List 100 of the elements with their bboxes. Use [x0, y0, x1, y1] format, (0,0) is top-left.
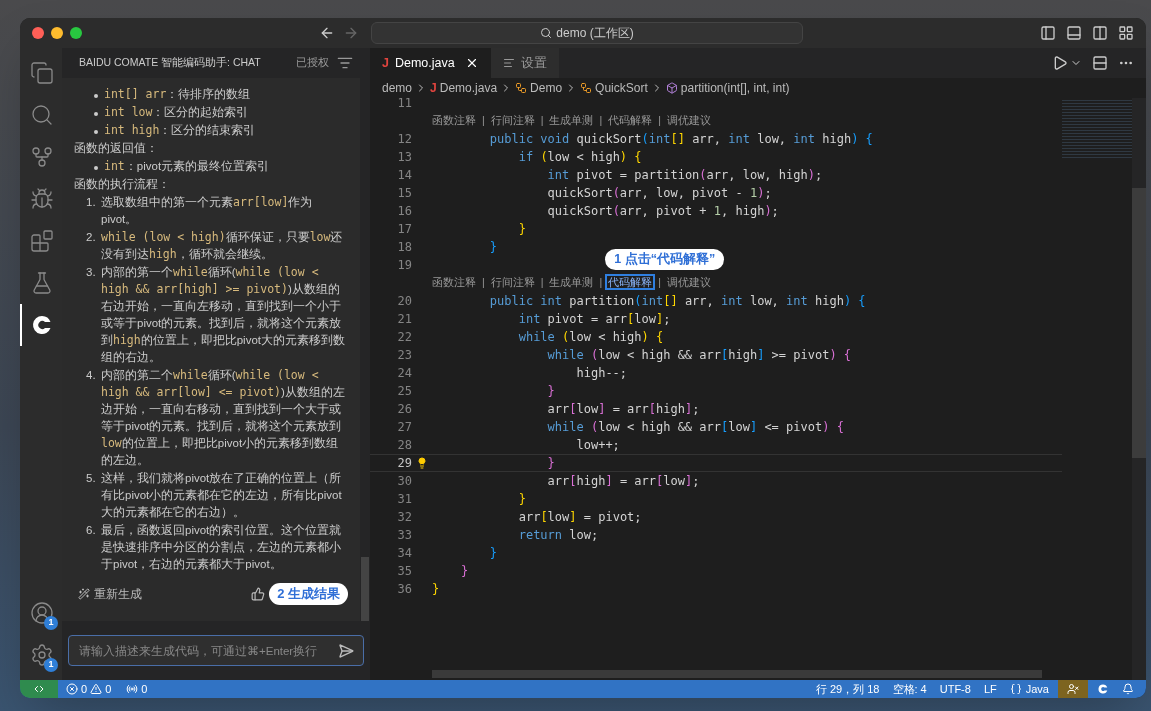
indentation[interactable]: 空格: 4 — [892, 680, 927, 698]
bullet-icon — [94, 94, 98, 98]
codelens-link[interactable]: 代码解释 — [605, 274, 656, 291]
codelens-separator: | — [658, 113, 661, 129]
columns-icon[interactable] — [1092, 25, 1108, 41]
layout-icon[interactable] — [1118, 25, 1134, 41]
play-icon[interactable] — [1052, 55, 1068, 71]
list-item-text: 选取数组中的第一个元素arr[low]作为pivot。 — [101, 194, 314, 227]
codelens-separator: | — [599, 275, 603, 291]
java-file-icon: J — [382, 53, 389, 73]
codelens-separator: | — [482, 275, 485, 291]
callout-bubble: 2 生成结果 — [269, 583, 348, 605]
bullet-icon — [94, 112, 98, 116]
breadcrumb-item[interactable]: demo — [382, 79, 413, 97]
code-line: arr[low] = pivot; — [517, 509, 642, 526]
antenna-icon[interactable] — [126, 683, 139, 695]
user-icon — [30, 601, 54, 625]
code-line: quickSort(arr, pivot + 1, high); — [546, 203, 779, 220]
codelens-separator: | — [540, 275, 544, 291]
lines-icon — [502, 57, 515, 69]
line-number: 17 — [396, 221, 412, 238]
port-count[interactable]: 0 — [141, 680, 148, 698]
sidebar-toggle-icon[interactable] — [1040, 25, 1056, 41]
codelens-link[interactable]: 调优建议 — [663, 111, 714, 131]
line-number: 23 — [396, 347, 412, 364]
breadcrumb-item[interactable]: Demo.java — [439, 79, 498, 97]
line-number: 31 — [396, 491, 412, 508]
line-number: 33 — [396, 527, 412, 544]
line-number: 34 — [396, 545, 412, 562]
close-window-icon[interactable] — [32, 27, 44, 39]
codelens-separator: | — [599, 113, 603, 129]
thumbs-up-icon[interactable] — [251, 586, 266, 601]
error-icon[interactable] — [66, 683, 78, 695]
code-line: } — [517, 491, 526, 508]
branch-icon — [30, 145, 54, 169]
language-mode[interactable]: Java — [1025, 680, 1049, 698]
settings-icon — [30, 643, 54, 667]
horizontal-scrollbar-thumb[interactable] — [432, 670, 1042, 678]
callout-bubble: 1 点击“代码解释” — [605, 249, 725, 271]
breadcrumb-item[interactable]: QuickSort — [595, 79, 648, 97]
codelens-separator: | — [540, 113, 544, 129]
workspace-name: demo (工作区) — [556, 25, 634, 42]
code-line: return low; — [517, 527, 599, 544]
code-line: if (low < high) { — [517, 149, 642, 166]
bell-icon[interactable] — [1122, 683, 1134, 695]
scrollbar-thumb[interactable] — [361, 557, 369, 621]
breadcrumb-item[interactable]: Demo — [530, 79, 563, 97]
forward-arrow-icon[interactable] — [343, 25, 359, 41]
status-item-warning[interactable] — [1058, 680, 1088, 698]
split-editor-icon[interactable] — [1092, 55, 1108, 71]
list-number: 2. — [86, 230, 97, 245]
codelens-link[interactable]: 行间注释 — [487, 111, 538, 131]
line-number: 14 — [396, 167, 412, 184]
minimize-window-icon[interactable] — [51, 27, 63, 39]
editor-tab[interactable]: J Demo.java — [370, 48, 491, 78]
list-item-text: int[] arr：待排序的数组 — [104, 86, 251, 103]
back-arrow-icon[interactable] — [319, 25, 335, 41]
code-line: int pivot = arr[low]; — [517, 311, 671, 328]
warning-icon[interactable] — [90, 683, 103, 695]
menu-icon[interactable] — [337, 55, 353, 71]
lightbulb-icon[interactable] — [416, 457, 428, 469]
code-line: high--; — [575, 365, 628, 382]
code-line: arr[low] = arr[high]; — [546, 401, 700, 418]
cursor-position[interactable]: 行 29，列 18 — [815, 680, 880, 698]
editor-tab[interactable]: 设置 — [490, 48, 559, 78]
command-search-field[interactable]: demo (工作区) — [371, 22, 803, 44]
list-number: 5. — [86, 471, 97, 486]
chat-input-field[interactable]: 请输入描述来生成代码，可通过⌘+Enter换行 — [68, 635, 364, 666]
zoom-window-icon[interactable] — [70, 27, 82, 39]
codelens-link[interactable]: 调优建议 — [663, 273, 714, 293]
code-line: arr[high] = arr[low]; — [546, 473, 700, 490]
braces-icon[interactable] — [1009, 683, 1022, 695]
line-ending[interactable]: LF — [983, 680, 997, 698]
encoding[interactable]: UTF-8 — [939, 680, 971, 698]
panel-toggle-icon[interactable] — [1066, 25, 1082, 41]
bullet-icon — [94, 130, 98, 134]
codelens-link[interactable]: 代码解释 — [605, 111, 656, 131]
codelens-link[interactable]: 生成单测 — [546, 111, 597, 131]
wand-icon — [78, 587, 90, 600]
class-symbol-icon — [515, 82, 528, 94]
send-icon[interactable] — [338, 643, 354, 659]
codelens-link[interactable]: 生成单测 — [546, 273, 597, 293]
error-count[interactable]: 0 — [81, 680, 88, 698]
line-number: 15 — [396, 185, 412, 202]
line-number: 28 — [396, 437, 412, 454]
codelens-link[interactable]: 函数注释 — [429, 111, 479, 131]
scrollbar-thumb[interactable] — [1132, 188, 1146, 458]
code-line: while (low < high && arr[high] >= pivot) { — [546, 347, 852, 364]
codelens-link[interactable]: 函数注释 — [429, 273, 479, 293]
section-heading: 函数的执行流程： — [74, 177, 171, 192]
class-symbol-icon — [580, 82, 593, 94]
line-number: 22 — [396, 329, 412, 346]
regenerate-button[interactable]: 重新生成 — [74, 584, 142, 603]
c-logo-icon — [1097, 683, 1109, 695]
warning-count[interactable]: 0 — [105, 680, 112, 698]
list-item-text: 最后，函数返回pivot的索引位置。这个位置就是快速排序中分区的分割点，左边的元素都小于pivot，右边的元素都大于pivot。 — [101, 523, 343, 572]
codelens-link[interactable]: 行间注释 — [487, 273, 538, 293]
breadcrumb-item[interactable]: partition(int[], int, int) — [680, 79, 790, 97]
list-item-text: int high：区分的结束索引 — [104, 122, 256, 139]
line-number: 12 — [396, 131, 412, 148]
